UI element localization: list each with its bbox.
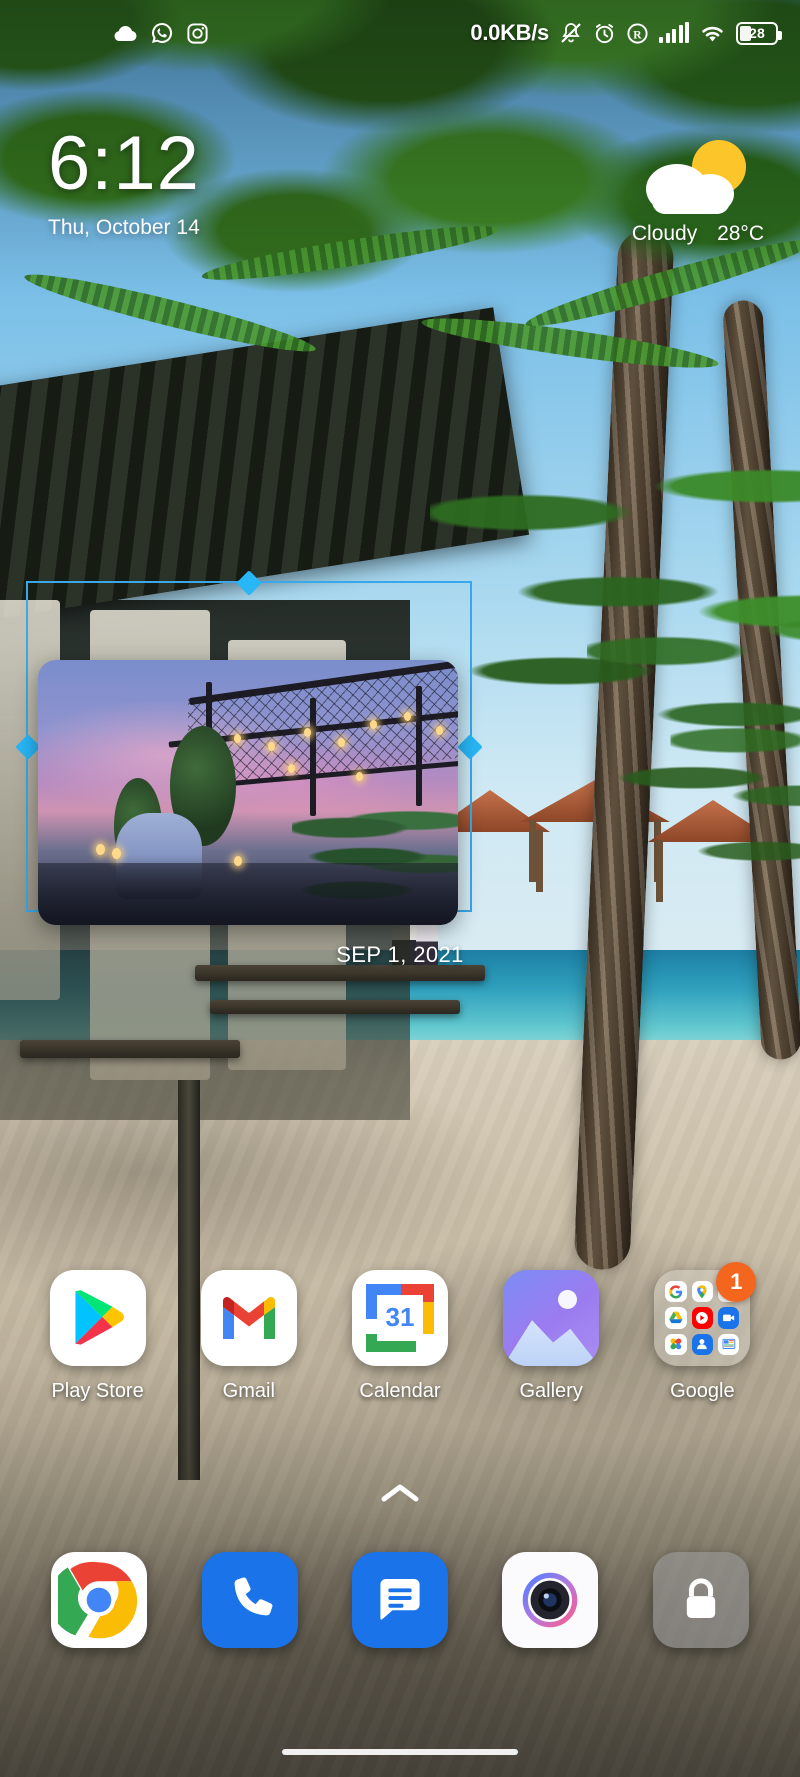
alarm-icon (593, 22, 616, 45)
signal-icon (659, 22, 689, 43)
mute-icon (559, 21, 583, 45)
battery-icon: 28 (736, 21, 782, 45)
google-photos-icon (665, 1333, 687, 1355)
clock-date: Thu, October 14 (48, 216, 200, 240)
gmail-icon (200, 1270, 297, 1366)
dnd-icon: R (626, 22, 649, 45)
gallery-icon (503, 1270, 600, 1366)
instagram-icon (186, 22, 209, 45)
calendar-day-number: 31 (376, 1294, 424, 1342)
partly-cloudy-icon (645, 140, 750, 216)
network-speed-indicator: 0.0KB/s (470, 20, 549, 45)
weather-widget[interactable]: Cloudy 28°C (632, 140, 764, 246)
google-meet-icon (718, 1307, 740, 1329)
dock (0, 1552, 800, 1648)
chrome-icon[interactable] (51, 1552, 148, 1648)
youtube-music-icon (691, 1307, 713, 1329)
app-calendar[interactable]: 31 Calendar (335, 1270, 465, 1403)
svg-text:R: R (633, 29, 642, 41)
app-label: Calendar (359, 1380, 441, 1402)
home-gesture-pill[interactable] (282, 1749, 518, 1755)
calendar-icon: 31 (351, 1270, 448, 1366)
phone-icon[interactable] (201, 1552, 298, 1648)
weather-temperature: 28°C (717, 222, 764, 245)
google-drive-icon (665, 1307, 687, 1329)
battery-level-text: 28 (749, 25, 765, 41)
weather-condition: Cloudy (631, 222, 698, 245)
wifi-icon (699, 23, 726, 44)
app-label: Play Store (51, 1380, 144, 1402)
messages-icon[interactable] (351, 1552, 448, 1648)
bench (20, 1040, 240, 1058)
home-screen: 0.0KB/s R 28 6:12 Thu, October 14 Cloudy… (0, 0, 800, 1777)
google-news-icon (718, 1333, 740, 1355)
clock-time: 6:12 (48, 121, 200, 206)
app-label: Google (670, 1380, 735, 1402)
photo-widget[interactable] (38, 660, 458, 925)
clock-widget[interactable]: 6:12 Thu, October 14 (48, 121, 200, 240)
app-label: Gallery (519, 1380, 583, 1402)
app-play-store[interactable]: Play Store (33, 1270, 163, 1403)
app-folder-google[interactable]: 1 Google (637, 1262, 767, 1403)
cloud-icon (112, 24, 138, 42)
google-contacts-icon (691, 1333, 713, 1355)
google-maps-icon (691, 1281, 713, 1303)
photo-widget-caption: SEP 1, 2021 (336, 942, 464, 967)
bench (210, 1000, 460, 1014)
chevron-up-icon[interactable] (380, 1482, 420, 1504)
status-bar[interactable]: 0.0KB/s R 28 (0, 0, 800, 66)
folder-notification-badge: 1 (716, 1262, 757, 1302)
app-gallery[interactable]: Gallery (486, 1270, 616, 1403)
play-store-icon (49, 1270, 146, 1366)
photo-widget-image (38, 660, 458, 925)
whatsapp-icon (150, 21, 174, 45)
app-grid: Play Store Gmail 31 Calendar Gallery 1 G… (0, 1262, 800, 1403)
app-gmail[interactable]: Gmail (184, 1270, 314, 1403)
google-search-icon (665, 1281, 687, 1303)
lock-icon[interactable] (652, 1552, 749, 1648)
app-label: Gmail (222, 1380, 275, 1402)
palm-fronds (670, 689, 800, 921)
camera-icon[interactable] (502, 1552, 599, 1648)
